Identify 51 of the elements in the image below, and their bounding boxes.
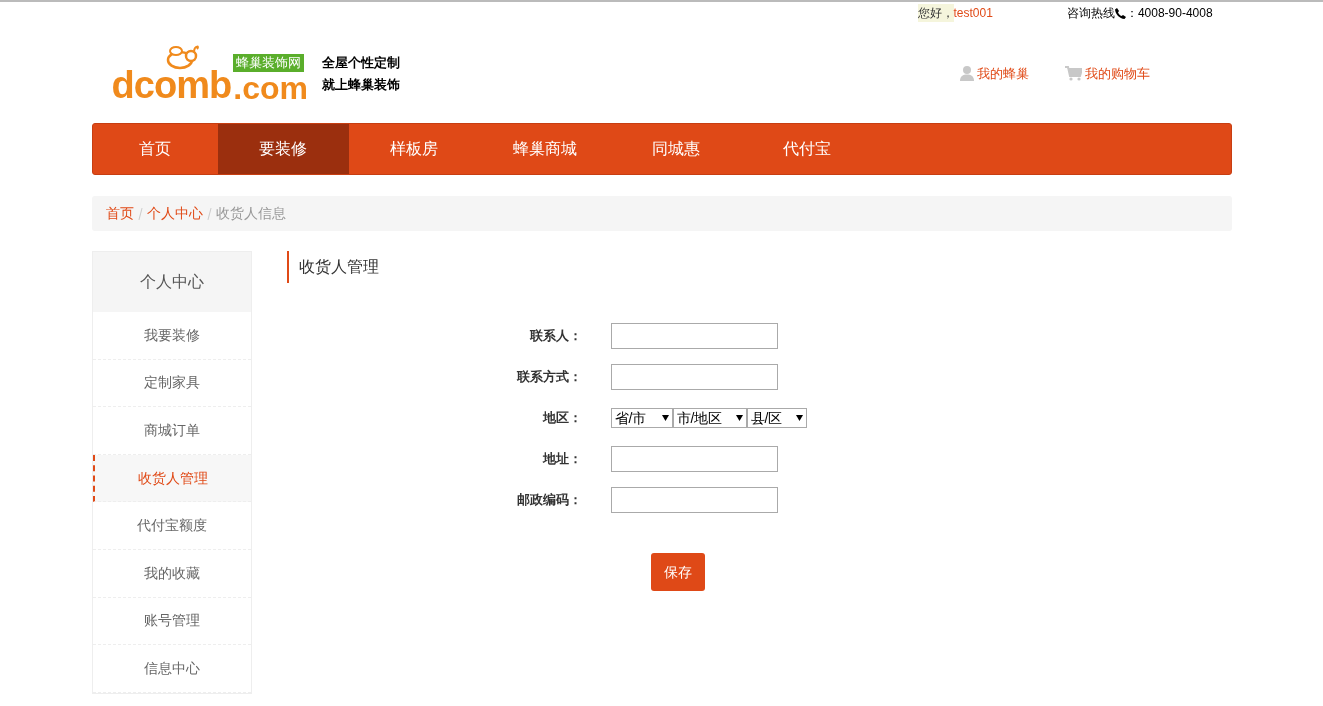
- dropdown[interactable]: 市/地区: [672, 408, 747, 428]
- breadcrumb-current: 收货人信息: [215, 204, 286, 223]
- sidebar-item[interactable]: 我的收藏: [92, 549, 251, 598]
- sidebar-title: 个人中心: [139, 272, 204, 292]
- section-title: 收货人管理: [298, 257, 379, 277]
- phone-icon: [1114, 7, 1126, 19]
- nav-tab[interactable]: 要装修: [217, 124, 349, 174]
- hotline-label: 咨询热线: [1066, 5, 1115, 22]
- slogan-text: 就上蜂巢装饰: [322, 75, 400, 94]
- greeting-text: 您好，: [917, 4, 954, 22]
- input-field[interactable]: [610, 446, 778, 472]
- sidebar-item[interactable]: 定制家具: [92, 359, 251, 408]
- sidebar-item[interactable]: 账号管理: [92, 597, 251, 646]
- logo-badge: 蜂巢装饰网: [233, 53, 305, 72]
- field-label: 邮政编码：: [515, 491, 582, 510]
- caret-icon: [735, 415, 743, 421]
- username-link[interactable]: test001: [953, 4, 993, 22]
- nav-tab[interactable]: 样板房: [348, 124, 480, 174]
- hotline-number: ：4008-90-4008: [1125, 5, 1213, 22]
- sidebar-item[interactable]: 我要装修: [92, 312, 251, 360]
- slogan-text: 全屋个性定制: [322, 53, 400, 72]
- dropdown[interactable]: 县/区: [746, 408, 807, 428]
- logo-domain: .com: [233, 71, 308, 104]
- cart-icon: [1064, 66, 1082, 81]
- sidebar-item[interactable]: 商城订单: [92, 407, 251, 455]
- nav-tab[interactable]: 蜂巢商城: [479, 124, 611, 174]
- caret-icon: [795, 415, 803, 421]
- field-label: 地区：: [541, 409, 582, 428]
- sidebar-item[interactable]: 代付宝额度: [92, 502, 251, 550]
- save-button[interactable]: 保存: [650, 553, 705, 591]
- field-label: 联系人：: [528, 327, 582, 346]
- link-text: 我的蜂巢: [976, 64, 1029, 83]
- account-link[interactable]: 我的蜂巢: [959, 63, 1029, 84]
- breadcrumb-link[interactable]: 个人中心: [146, 203, 203, 224]
- sidebar-item[interactable]: 收货人管理: [92, 454, 251, 503]
- field-label: 联系方式：: [515, 368, 582, 387]
- nav-tab[interactable]: 同城惠: [610, 124, 742, 174]
- dropdown[interactable]: 省/市: [610, 408, 673, 428]
- nav-tab[interactable]: 首页: [92, 124, 218, 174]
- input-field[interactable]: [610, 364, 778, 390]
- nav-tab[interactable]: 代付宝: [741, 124, 873, 174]
- caret-icon: [661, 415, 669, 421]
- breadcrumb-link[interactable]: 首页: [105, 203, 134, 224]
- field-label: 地址：: [541, 450, 582, 469]
- link-text: 我的购物车: [1084, 64, 1150, 83]
- input-field[interactable]: [610, 323, 778, 349]
- cart-link[interactable]: 我的购物车: [1064, 63, 1150, 84]
- input-field[interactable]: [610, 487, 778, 513]
- logo-wordmark: dcomb: [111, 65, 232, 104]
- user-icon: [959, 66, 974, 81]
- sidebar-item[interactable]: 信息中心: [92, 645, 251, 693]
